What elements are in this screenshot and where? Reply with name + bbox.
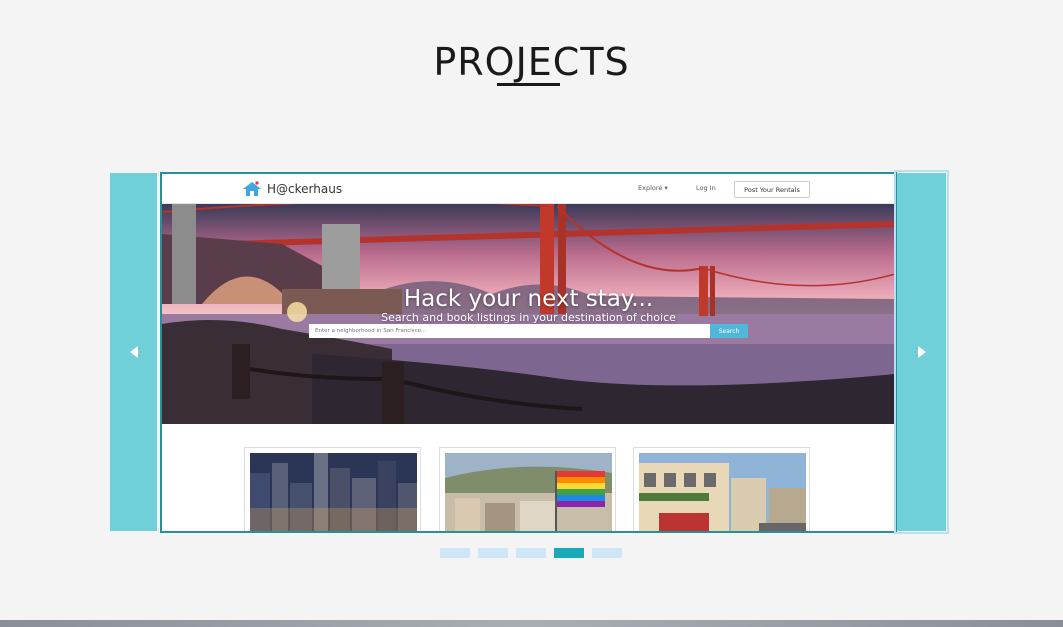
carousel-indicator-3[interactable] [516,548,546,558]
explore-menu[interactable]: Explore ▾ [638,184,668,192]
carousel-next-button[interactable] [894,170,949,534]
project-slide[interactable]: H@ckerhaus Explore ▾ Log In Post Your Re… [160,172,897,533]
hero-subtitle: Search and book listings in your destina… [381,311,676,324]
house-icon [243,181,261,196]
hero-banner: Hack your next stay... Search and book l… [162,204,895,424]
carousel-indicator-2[interactable] [478,548,508,558]
listing-card[interactable] [633,447,810,531]
page-title: PROJECTS [433,40,630,84]
carousel-indicator-5[interactable] [592,548,622,558]
title-underline [497,83,560,86]
carousel-prev-button[interactable] [110,173,157,531]
listing-card[interactable] [439,447,616,531]
carousel-indicator-1[interactable] [440,548,470,558]
login-link[interactable]: Log In [696,184,716,192]
carousel-indicators [440,548,630,558]
chevron-right-icon [917,346,926,358]
neighborhood-search-input[interactable] [309,324,710,338]
hero-title: Hack your next stay... [403,286,654,312]
site-logo[interactable]: H@ckerhaus [242,181,342,197]
listing-card[interactable] [244,447,421,531]
post-rentals-button[interactable]: Post Your Rentals [734,181,810,198]
search-button[interactable]: Search [710,324,748,338]
taskbar-strip [0,620,1063,627]
victorian-street-image [639,453,806,531]
city-skyline-image [250,453,417,531]
site-navbar: H@ckerhaus Explore ▾ Log In Post Your Re… [162,174,895,204]
chevron-left-icon [129,346,138,358]
carousel-indicator-4[interactable] [554,548,584,558]
castro-street-image [445,453,612,531]
logo-text: H@ckerhaus [267,182,343,196]
